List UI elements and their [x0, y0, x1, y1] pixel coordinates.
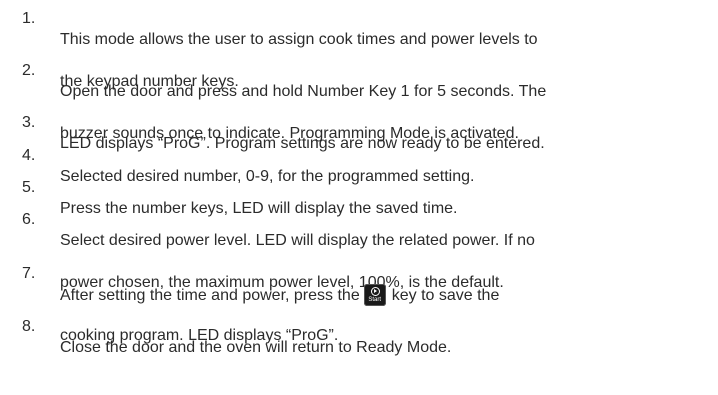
step-number: 8.: [22, 318, 36, 335]
step-line: This mode allows the user to assign cook…: [60, 31, 538, 48]
step-number: 2.: [22, 62, 36, 79]
play-triangle-icon: [373, 289, 377, 293]
step-number: 6.: [22, 211, 36, 228]
step-number: 1.: [22, 10, 36, 27]
step-line: Open the door and press and hold Number …: [60, 83, 547, 100]
step-line: Close the door and the oven will return …: [60, 339, 452, 356]
step-line-before-key: After setting the time and power, press …: [60, 287, 360, 304]
step-number: 3.: [22, 114, 36, 131]
start-key-label: Start: [368, 297, 382, 303]
step-line: After setting the time and power, press …: [60, 284, 712, 306]
step-text: Close the door and the oven will return …: [60, 316, 712, 379]
step-number: 4.: [22, 147, 36, 164]
step-number: 5.: [22, 179, 36, 196]
step-number: 7.: [22, 265, 36, 282]
step-line-after-key: key to save the: [391, 287, 500, 304]
step-line: Select desired power level. LED will dis…: [60, 232, 535, 249]
start-key-icon: Start: [363, 284, 386, 306]
